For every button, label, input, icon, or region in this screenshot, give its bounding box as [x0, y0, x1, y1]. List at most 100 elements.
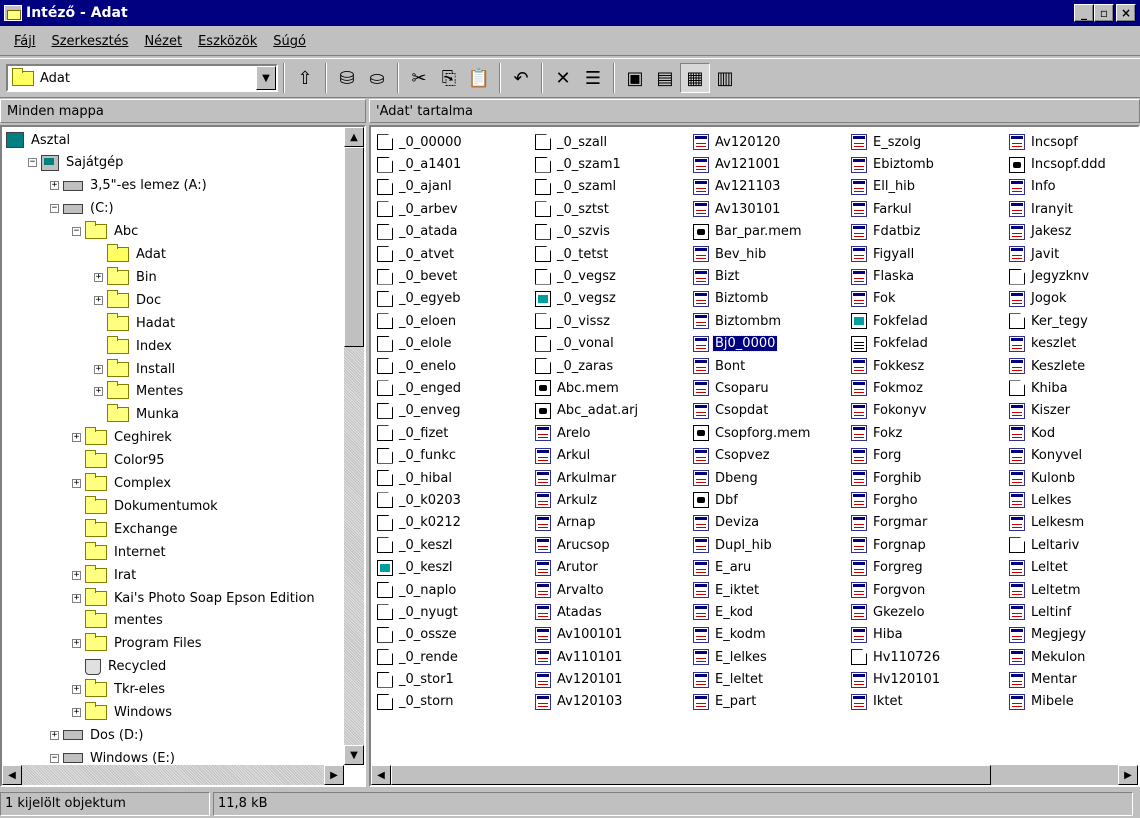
file-item[interactable]: _0_vegsz	[535, 265, 640, 287]
file-item[interactable]: Arelo	[535, 422, 640, 444]
file-item[interactable]: Lelkes	[1009, 489, 1108, 511]
tree-item[interactable]: + Doc	[94, 289, 163, 311]
file-item[interactable]: Dbeng	[693, 467, 812, 489]
file-item[interactable]: _0_keszl	[377, 556, 464, 578]
file-item[interactable]: _0_a1401	[377, 153, 464, 175]
file-item[interactable]: _0_sztst	[535, 198, 640, 220]
expand-icon[interactable]: +	[72, 639, 81, 649]
chevron-down-icon[interactable]: ▼	[256, 66, 276, 90]
tree-item[interactable]: + Program Files	[72, 633, 204, 655]
file-item[interactable]: E_leltet	[693, 668, 812, 690]
tree-horizontal-scrollbar[interactable]: ◀ ▶	[2, 765, 344, 785]
expand-icon[interactable]: +	[72, 433, 81, 443]
file-item[interactable]: Arnap	[535, 512, 640, 534]
file-item[interactable]: Incsopf.ddd	[1009, 153, 1108, 175]
file-item[interactable]: Av130101	[693, 198, 812, 220]
file-item[interactable]: Deviza	[693, 512, 812, 534]
address-combo[interactable]: Adat ▼	[6, 64, 278, 92]
file-item[interactable]: Forgreg	[851, 556, 942, 578]
tree-item[interactable]: Recycled	[72, 656, 168, 678]
expand-icon[interactable]: +	[72, 570, 81, 580]
file-item[interactable]: _0_szaml	[535, 176, 640, 198]
expand-icon[interactable]: +	[72, 479, 81, 488]
expand-icon[interactable]: +	[72, 708, 81, 717]
file-item[interactable]: _0_fizet	[377, 422, 464, 444]
file-item[interactable]: Av100101	[535, 624, 640, 646]
file-item[interactable]: _0_eloen	[377, 310, 464, 332]
disconnect-drive-button[interactable]: ⛀	[362, 63, 392, 93]
tree-item[interactable]: + Ceghirek	[72, 427, 174, 449]
tree-vertical-scrollbar[interactable]: ▲ ▼	[344, 127, 364, 765]
file-item[interactable]: Megjegy	[1009, 624, 1108, 646]
expand-icon[interactable]: +	[94, 387, 103, 397]
file-item[interactable]: Fokfelad	[851, 333, 942, 355]
file-item[interactable]: _0_tetst	[535, 243, 640, 265]
scroll-down-button[interactable]: ▼	[344, 745, 364, 765]
expand-icon[interactable]: +	[72, 593, 81, 603]
tree-item[interactable]: − Sajátgép	[28, 152, 125, 174]
file-item[interactable]: _0_k0203	[377, 489, 464, 511]
file-item[interactable]: Leltetm	[1009, 579, 1108, 601]
small-icons-button[interactable]: ▤	[650, 63, 680, 93]
file-item[interactable]: Leltet	[1009, 556, 1108, 578]
tree-item[interactable]: + Install	[94, 358, 177, 380]
file-item[interactable]: Csopdat	[693, 400, 812, 422]
file-item[interactable]: Farkul	[851, 198, 942, 220]
file-list-pane[interactable]: _0_00000 _0_a1401 _0_ajanl _0_arbev _0_atada…	[369, 125, 1140, 787]
file-item[interactable]: E_kodm	[693, 624, 812, 646]
tree-item[interactable]: +3,5"-es lemez (A:)	[50, 175, 209, 197]
copy-button[interactable]: ⎘	[434, 63, 464, 93]
file-item[interactable]: Incsopf	[1009, 131, 1108, 153]
file-item[interactable]: Ker_tegy	[1009, 310, 1108, 332]
tree-item[interactable]: Exchange	[72, 518, 180, 540]
file-item[interactable]: _0_bevet	[377, 265, 464, 287]
expand-icon[interactable]: +	[94, 295, 103, 305]
tree-item[interactable]: Dokumentumok	[72, 495, 220, 517]
file-item[interactable]: E_aru	[693, 556, 812, 578]
file-item[interactable]: _0_atvet	[377, 243, 464, 265]
tree-item[interactable]: + Windows	[72, 702, 174, 724]
file-item[interactable]: _0_k0212	[377, 512, 464, 534]
file-item[interactable]: _0_00000	[377, 131, 464, 153]
file-item[interactable]: Biztombm	[693, 310, 812, 332]
expand-icon[interactable]: +	[72, 685, 81, 695]
file-item[interactable]: E_szolg	[851, 131, 942, 153]
file-item[interactable]: _0_rende	[377, 646, 464, 668]
file-item[interactable]: Biztomb	[693, 288, 812, 310]
up-folder-button[interactable]: ⇧	[290, 63, 320, 93]
file-item[interactable]: Ell_hib	[851, 176, 942, 198]
tree-item[interactable]: + Dos (D:)	[50, 724, 145, 746]
large-icons-button[interactable]: ▣	[620, 63, 650, 93]
scroll-thumb[interactable]	[344, 147, 364, 347]
tree-item[interactable]: mentes	[72, 610, 165, 632]
file-item[interactable]: _0_nyugt	[377, 601, 464, 623]
file-item[interactable]: _0_osszе	[377, 624, 464, 646]
file-item[interactable]: _0_szall	[535, 131, 640, 153]
files-horizontal-scrollbar[interactable]: ◀ ▶	[371, 765, 1138, 785]
file-item[interactable]: Atadas	[535, 601, 640, 623]
file-item[interactable]: Dupl_hib	[693, 534, 812, 556]
maximize-button[interactable]: ▫	[1094, 4, 1114, 22]
paste-button[interactable]: 📋	[464, 63, 494, 93]
file-item[interactable]: _0_hibal	[377, 467, 464, 489]
minimize-button[interactable]: _	[1074, 4, 1094, 22]
menu-tools[interactable]: Eszközök	[190, 34, 265, 49]
file-item[interactable]: Leltariv	[1009, 534, 1108, 556]
file-item[interactable]: Av121103	[693, 176, 812, 198]
menu-view[interactable]: Nézet	[136, 34, 190, 49]
file-item[interactable]: Iranyit	[1009, 198, 1108, 220]
file-item[interactable]: Info	[1009, 176, 1108, 198]
file-item[interactable]: Arucsop	[535, 534, 640, 556]
scroll-left-button[interactable]: ◀	[2, 765, 22, 785]
file-item[interactable]: Mibele	[1009, 691, 1108, 713]
file-item[interactable]: _0_keszl	[377, 534, 464, 556]
file-item[interactable]: Av120101	[535, 668, 640, 690]
file-item[interactable]: Kiszer	[1009, 400, 1108, 422]
file-item[interactable]: Konyvel	[1009, 444, 1108, 466]
title-bar[interactable]: Intéző - Adat _ ▫ ×	[0, 0, 1140, 26]
scroll-left-button[interactable]: ◀	[371, 765, 391, 785]
file-item[interactable]: Av110101	[535, 646, 640, 668]
file-item[interactable]: Iktet	[851, 691, 942, 713]
file-item[interactable]: Fokz	[851, 422, 942, 444]
menu-edit[interactable]: Szerkesztés	[43, 34, 136, 49]
